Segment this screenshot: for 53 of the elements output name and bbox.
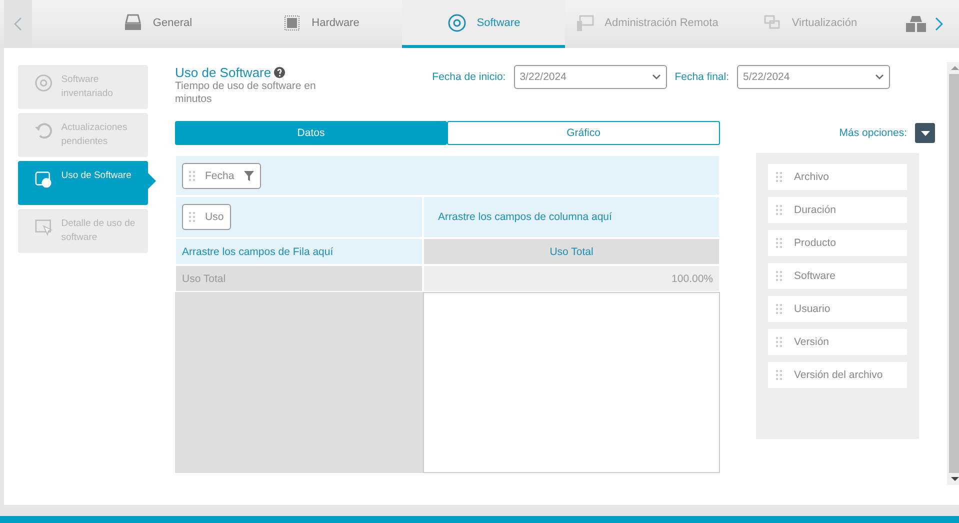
chevron-down-icon bbox=[875, 74, 884, 80]
more-options-button[interactable] bbox=[915, 123, 935, 143]
drag-handle-icon bbox=[776, 205, 782, 215]
chevron-down-icon bbox=[652, 74, 661, 80]
date-label: Fecha de inicio: bbox=[432, 70, 506, 83]
drag-handle-icon bbox=[776, 304, 782, 314]
disc-icon bbox=[34, 73, 54, 93]
chart-window-icon bbox=[34, 169, 54, 189]
page-title: Uso de Software bbox=[175, 65, 272, 80]
table-cell: 100.00% bbox=[423, 265, 720, 292]
window-cursor-icon bbox=[34, 217, 54, 237]
caret-down-icon bbox=[920, 130, 930, 136]
more-options-label: Más opciones: bbox=[839, 127, 907, 139]
view-tab[interactable]: Datos bbox=[175, 121, 448, 145]
column-drop-hint: Arrastre los campos de columna aquí bbox=[437, 211, 612, 223]
drag-handle-icon bbox=[776, 337, 782, 347]
drag-handle-icon bbox=[776, 271, 782, 281]
field-item[interactable]: Usuario bbox=[768, 296, 907, 322]
date-dropdown[interactable]: 3/22/2024 bbox=[514, 65, 667, 89]
field-item[interactable]: Versión bbox=[768, 329, 907, 355]
drag-handle-icon bbox=[776, 238, 782, 248]
field-item[interactable]: Producto bbox=[768, 230, 907, 256]
field-item[interactable]: Duración bbox=[768, 197, 907, 223]
disc-icon bbox=[446, 12, 467, 32]
chevron-right-icon bbox=[935, 17, 943, 31]
row-header: Uso Total bbox=[175, 265, 423, 292]
drag-handle-icon bbox=[776, 172, 782, 182]
filter-icon bbox=[244, 170, 254, 180]
column-header: Uso Total bbox=[423, 238, 720, 265]
data-field-chip[interactable]: Uso bbox=[182, 204, 231, 230]
scrollbar[interactable] bbox=[947, 62, 959, 485]
refresh-icon bbox=[34, 121, 54, 141]
drag-handle-icon bbox=[189, 212, 195, 222]
nav-tab[interactable]: General bbox=[76, 0, 239, 48]
chevron-left-icon bbox=[14, 17, 22, 31]
monitor-icon bbox=[574, 12, 595, 32]
field-item[interactable]: Software bbox=[768, 263, 907, 289]
field-item[interactable]: Archivo bbox=[768, 164, 907, 190]
row-drop-hint: Arrastre los campos de Fila aquí bbox=[182, 246, 334, 258]
field-item[interactable]: Versión del archivo bbox=[768, 362, 907, 388]
drag-handle-icon bbox=[776, 370, 782, 380]
page-subtitle: Tiempo de uso de software en minutos bbox=[175, 80, 317, 106]
nav-tab[interactable]: Hardware bbox=[239, 0, 402, 48]
drag-handle-icon bbox=[189, 170, 195, 180]
drawer-icon bbox=[122, 12, 143, 32]
boxes-icon bbox=[905, 15, 927, 33]
chip-icon bbox=[282, 12, 302, 32]
filter-field-chip[interactable]: Fecha bbox=[182, 162, 262, 188]
nav-tab[interactable]: Software bbox=[402, 0, 565, 48]
help-icon[interactable] bbox=[274, 67, 286, 78]
date-dropdown[interactable]: 5/22/2024 bbox=[737, 65, 890, 89]
view-tab[interactable]: Gráfico bbox=[447, 121, 720, 145]
date-label: Fecha final: bbox=[674, 70, 729, 83]
